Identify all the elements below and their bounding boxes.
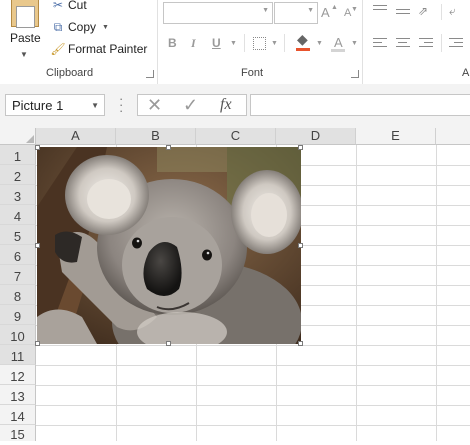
format-painter-button[interactable]: 🖌 Format Painter bbox=[50, 41, 147, 57]
copy-icon: ⧉ bbox=[53, 20, 63, 34]
scissors-icon: ✂ bbox=[52, 0, 64, 12]
row-header-9[interactable]: 9 bbox=[0, 305, 36, 325]
font-size-combo[interactable]: ▼ bbox=[274, 2, 318, 24]
fill-color-icon[interactable]: ◆ bbox=[297, 31, 308, 48]
group-divider bbox=[362, 0, 363, 84]
borders-dropdown-icon[interactable]: ▼ bbox=[271, 40, 278, 47]
underline-button[interactable]: U bbox=[212, 36, 221, 50]
grow-arrow-icon: ▲ bbox=[331, 4, 338, 11]
align-center-icon[interactable] bbox=[396, 38, 410, 50]
fill-color-dropdown-icon[interactable]: ▼ bbox=[316, 40, 323, 47]
row-header-13[interactable]: 13 bbox=[0, 385, 36, 405]
column-header-f[interactable] bbox=[436, 128, 470, 145]
name-box[interactable]: Picture 1 ▼ bbox=[5, 94, 105, 116]
resize-handle-top-left[interactable] bbox=[35, 145, 40, 150]
middle-align-icon[interactable] bbox=[396, 9, 410, 17]
resize-handle-top[interactable] bbox=[166, 145, 171, 150]
alignment-group-label: A bbox=[462, 67, 470, 79]
resize-handle-bottom-left[interactable] bbox=[35, 341, 40, 346]
row-header-7[interactable]: 7 bbox=[0, 265, 36, 285]
group-divider bbox=[157, 0, 158, 84]
italic-button[interactable]: I bbox=[191, 36, 196, 51]
font-name-dropdown-icon[interactable]: ▼ bbox=[262, 7, 269, 14]
resize-handle-top-right[interactable] bbox=[298, 145, 303, 150]
decrease-indent-icon[interactable] bbox=[449, 38, 463, 50]
insert-function-button[interactable]: fx bbox=[220, 96, 232, 114]
paste-label: Paste bbox=[10, 31, 41, 45]
fill-color-swatch bbox=[296, 48, 310, 51]
koala-picture[interactable] bbox=[37, 147, 301, 344]
font-size-dropdown-icon[interactable]: ▼ bbox=[307, 7, 314, 14]
font-color-dropdown-icon[interactable]: ▼ bbox=[351, 40, 358, 47]
top-align-icon[interactable] bbox=[373, 5, 387, 13]
resize-handle-bottom[interactable] bbox=[166, 341, 171, 346]
row-header-14[interactable]: 14 bbox=[0, 405, 36, 425]
copy-button[interactable]: ⧉ Copy ▼ bbox=[50, 19, 109, 35]
select-all-triangle-icon bbox=[26, 135, 34, 143]
clipboard-dialog-launcher-icon[interactable] bbox=[146, 70, 154, 78]
resize-handle-right[interactable] bbox=[298, 243, 303, 248]
column-header-a[interactable]: A bbox=[36, 128, 116, 145]
paste-dropdown-icon[interactable]: ▼ bbox=[20, 50, 28, 59]
row-header-15[interactable]: 15 bbox=[0, 425, 36, 442]
more-options-icon[interactable]: · · · bbox=[119, 92, 123, 117]
font-color-swatch bbox=[331, 49, 345, 52]
column-header-d[interactable]: D bbox=[276, 128, 356, 145]
format-painter-label: Format Painter bbox=[68, 42, 148, 56]
column-header-c[interactable]: C bbox=[196, 128, 276, 145]
column-header-e[interactable]: E bbox=[356, 128, 436, 145]
increase-font-size-button[interactable]: A bbox=[321, 5, 330, 20]
cancel-icon[interactable]: ✕ bbox=[147, 95, 162, 116]
name-box-dropdown-icon[interactable]: ▼ bbox=[91, 101, 99, 110]
shrink-arrow-icon: ▼ bbox=[351, 6, 358, 13]
row-header-8[interactable]: 8 bbox=[0, 285, 36, 305]
borders-icon[interactable] bbox=[253, 37, 266, 50]
row-header-2[interactable]: 2 bbox=[0, 165, 36, 185]
resize-handle-left[interactable] bbox=[35, 243, 40, 248]
underline-dropdown-icon[interactable]: ▼ bbox=[230, 40, 237, 47]
row-header-10[interactable]: 10 bbox=[0, 325, 36, 345]
paintbrush-icon: 🖌 bbox=[50, 42, 66, 56]
align-left-icon[interactable] bbox=[373, 38, 387, 50]
name-box-value: Picture 1 bbox=[12, 98, 64, 113]
row-header-11[interactable]: 11 bbox=[0, 345, 36, 365]
clipboard-group-label: Clipboard bbox=[46, 67, 94, 79]
font-group-label: Font bbox=[241, 67, 264, 79]
row-header-6[interactable]: 6 bbox=[0, 245, 36, 265]
cut-label: Cut bbox=[68, 0, 87, 12]
formula-buttons: ✕ ✓ fx bbox=[137, 94, 247, 116]
ribbon: Paste ▼ ✂ Cut ⧉ Copy ▼ 🖌 Format Painter Clip… bbox=[0, 0, 470, 85]
row-header-12[interactable]: 12 bbox=[0, 365, 36, 385]
orientation-icon[interactable]: ⇗ bbox=[418, 4, 428, 18]
font-dialog-launcher-icon[interactable] bbox=[351, 70, 359, 78]
row-header-4[interactable]: 4 bbox=[0, 205, 36, 225]
align-right-icon[interactable] bbox=[419, 38, 433, 50]
resize-handle-bottom-right[interactable] bbox=[298, 341, 303, 346]
font-divider bbox=[284, 34, 285, 52]
row-header-5[interactable]: 5 bbox=[0, 225, 36, 245]
row-header-1[interactable]: 1 bbox=[0, 145, 36, 165]
formula-input[interactable] bbox=[250, 94, 470, 116]
font-name-combo[interactable]: ▼ bbox=[163, 2, 273, 24]
row-header-3[interactable]: 3 bbox=[0, 185, 36, 205]
bold-button[interactable]: B bbox=[168, 36, 177, 50]
font-divider bbox=[244, 34, 245, 52]
cut-button[interactable]: ✂ Cut bbox=[50, 0, 87, 13]
copy-dropdown-icon[interactable]: ▼ bbox=[102, 24, 109, 31]
font-color-button[interactable]: A bbox=[334, 35, 343, 50]
enter-icon[interactable]: ✓ bbox=[183, 95, 198, 116]
wrap-text-icon[interactable]: ⤶ bbox=[449, 4, 456, 19]
copy-label: Copy bbox=[68, 20, 97, 34]
column-header-b[interactable]: B bbox=[116, 128, 196, 145]
